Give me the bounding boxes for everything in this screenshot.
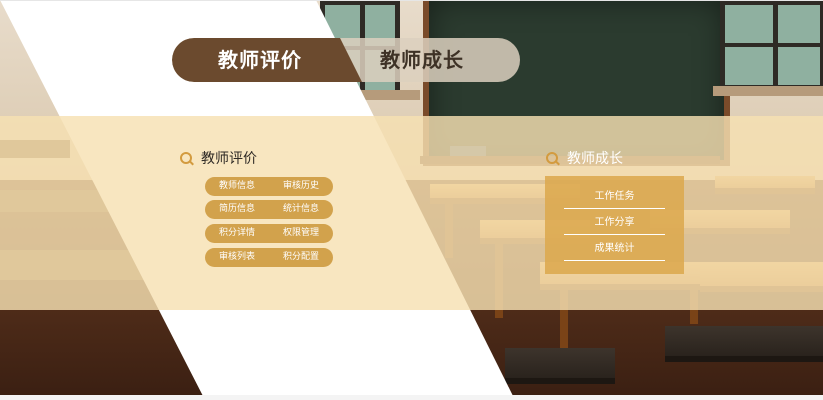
menu-item-resume-info[interactable]: 简历信息 — [205, 200, 269, 219]
evaluation-section-header: 教师评价 — [180, 146, 257, 170]
top-border — [0, 0, 823, 1]
tab-switcher: 教师评价 教师成长 — [172, 38, 520, 82]
menu-item-review-list[interactable]: 审核列表 — [205, 248, 269, 267]
menu-item-work-tasks[interactable]: 工作任务 — [564, 186, 665, 209]
menu-item-permission-management[interactable]: 权限管理 — [269, 224, 333, 243]
menu-pill-row: 教师信息 审核历史 — [205, 177, 333, 196]
menu-item-points-details[interactable]: 积分详情 — [205, 224, 269, 243]
cream-overlay-band — [0, 116, 823, 310]
bottom-bar — [0, 395, 823, 400]
menu-item-teacher-info[interactable]: 教师信息 — [205, 177, 269, 196]
desk — [665, 326, 823, 362]
evaluation-section-title: 教师评价 — [201, 151, 257, 167]
menu-pill-row: 审核列表 积分配置 — [205, 248, 333, 267]
tab-teacher-evaluation[interactable]: 教师评价 — [218, 38, 302, 82]
menu-item-review-history[interactable]: 审核历史 — [269, 177, 333, 196]
search-icon — [546, 152, 560, 166]
growth-section-title: 教师成长 — [567, 151, 623, 167]
search-icon — [180, 152, 194, 166]
menu-item-statistics[interactable]: 统计信息 — [269, 200, 333, 219]
growth-section-header: 教师成长 — [546, 146, 623, 170]
menu-pill-row: 简历信息 统计信息 — [205, 200, 333, 219]
window-sill — [713, 86, 823, 96]
tab-teacher-growth[interactable]: 教师成长 — [380, 38, 464, 82]
classroom-window — [720, 0, 823, 90]
menu-item-work-sharing[interactable]: 工作分享 — [564, 212, 665, 235]
menu-item-points-config[interactable]: 积分配置 — [269, 248, 333, 267]
desk — [505, 348, 615, 384]
growth-menu-panel: 工作任务 工作分享 成果统计 — [545, 176, 684, 274]
menu-item-results-statistics[interactable]: 成果统计 — [564, 238, 665, 261]
menu-pill-row: 积分详情 权限管理 — [205, 224, 333, 243]
